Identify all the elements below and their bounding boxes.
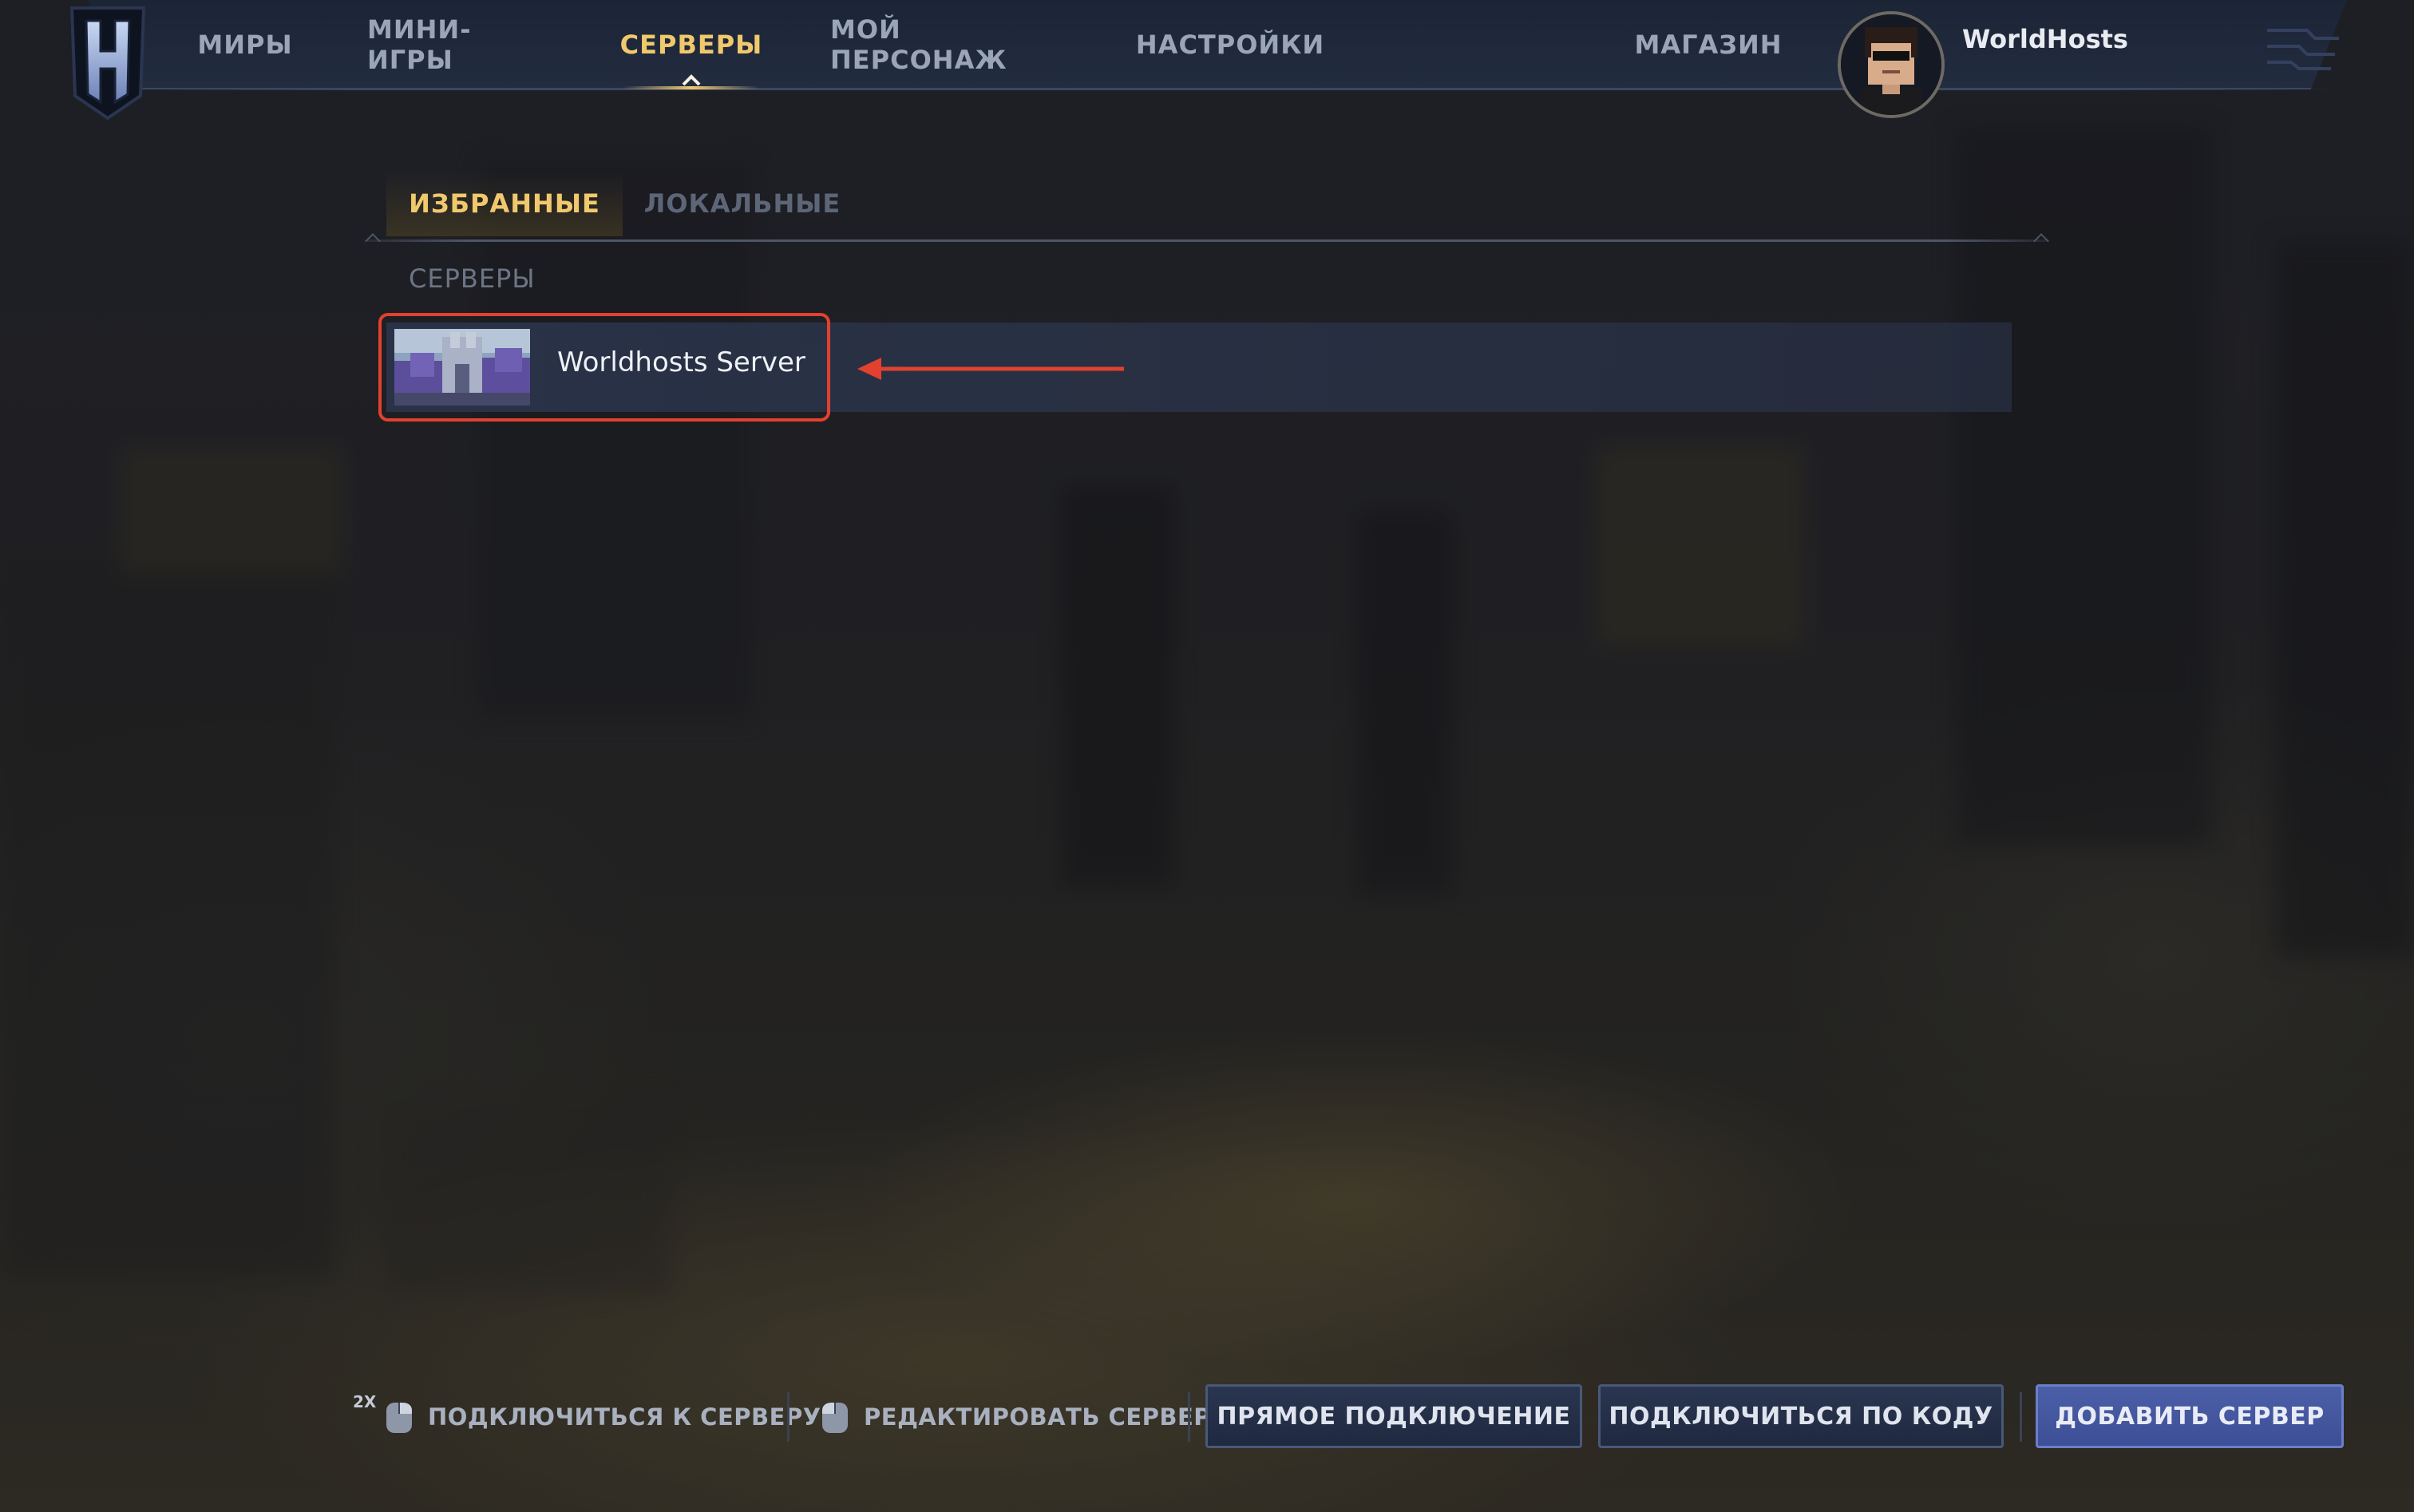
section-heading: СЕРВЕРЫ bbox=[409, 263, 536, 294]
connect-to-server-hint[interactable]: ПОДКЛЮЧИТЬСЯ К СЕРВЕРУ bbox=[383, 1389, 821, 1445]
tab-label: ЛОКАЛЬНЫЕ bbox=[643, 188, 841, 219]
nav-item-label: СЕРВЕРЫ bbox=[619, 30, 763, 60]
connect-by-code-button[interactable]: ПОДКЛЮЧИТЬСЯ ПО КОДУ bbox=[1598, 1384, 2004, 1448]
button-label: ПРЯМОЕ ПОДКЛЮЧЕНИЕ bbox=[1217, 1402, 1571, 1431]
hint-separator bbox=[787, 1392, 789, 1442]
server-thumbnail bbox=[394, 329, 530, 406]
arrow-left-icon bbox=[857, 358, 1124, 380]
nav-item-shop[interactable]: МАГАЗИН bbox=[1634, 0, 1783, 89]
server-thumbnail-image bbox=[394, 329, 530, 406]
nav-item-settings[interactable]: НАСТРОЙКИ bbox=[1136, 0, 1324, 89]
nav-item-label: МИНИ-ИГРЫ bbox=[367, 14, 472, 75]
username[interactable]: WorldHosts bbox=[1962, 24, 2128, 64]
nav-item-label: НАСТРОЙКИ bbox=[1135, 30, 1325, 60]
edit-server-hint[interactable]: РЕДАКТИРОВАТЬ СЕРВЕР bbox=[819, 1389, 1211, 1445]
hytale-h-logo-icon[interactable] bbox=[64, 2, 152, 121]
tab-divider bbox=[367, 239, 2047, 242]
character-portrait-icon bbox=[1841, 14, 1941, 115]
server-name: Worldhosts Server bbox=[557, 346, 805, 378]
button-label: ДОБАВИТЬ СЕРВЕР bbox=[2055, 1402, 2325, 1431]
nav-item-my-character[interactable]: МОЙ ПЕРСОНАЖ bbox=[830, 0, 1070, 89]
nav-item-label: МОЙ ПЕРСОНАЖ bbox=[830, 14, 1007, 75]
corner-ornament-icon bbox=[2267, 29, 2339, 70]
server-list-item[interactable]: Worldhosts Server bbox=[386, 323, 2012, 412]
mouse-icon bbox=[386, 1403, 412, 1433]
tab-label: ИЗБРАННЫЕ bbox=[409, 188, 600, 219]
chevron-up-icon bbox=[682, 74, 701, 86]
nav-item-label: МАГАЗИН bbox=[1634, 30, 1783, 60]
hint-separator bbox=[1188, 1392, 1190, 1442]
background-scene bbox=[0, 0, 2414, 1512]
edit-hint-label: РЕДАКТИРОВАТЬ СЕРВЕР bbox=[864, 1403, 1212, 1431]
mouse-icon bbox=[822, 1403, 848, 1433]
nav-item-minigames[interactable]: МИНИ-ИГРЫ bbox=[367, 0, 552, 89]
connect-hint-label: ПОДКЛЮЧИТЬСЯ К СЕРВЕРУ bbox=[428, 1403, 821, 1431]
add-server-button[interactable]: ДОБАВИТЬ СЕРВЕР bbox=[2036, 1384, 2344, 1448]
nav-item-servers[interactable]: СЕРВЕРЫ bbox=[619, 0, 763, 89]
nav-item-worlds[interactable]: МИРЫ bbox=[197, 0, 293, 89]
button-separator bbox=[2020, 1392, 2022, 1442]
direct-connect-button[interactable]: ПРЯМОЕ ПОДКЛЮЧЕНИЕ bbox=[1205, 1384, 1582, 1448]
avatar[interactable] bbox=[1838, 11, 1945, 118]
button-label: ПОДКЛЮЧИТЬСЯ ПО КОДУ bbox=[1609, 1402, 1993, 1431]
nav-item-label: МИРЫ bbox=[197, 30, 293, 60]
double-click-badge: 2X bbox=[353, 1392, 377, 1411]
tab-favorites[interactable]: ИЗБРАННЫЕ bbox=[386, 171, 623, 236]
tab-local[interactable]: ЛОКАЛЬНЫЕ bbox=[640, 171, 845, 236]
